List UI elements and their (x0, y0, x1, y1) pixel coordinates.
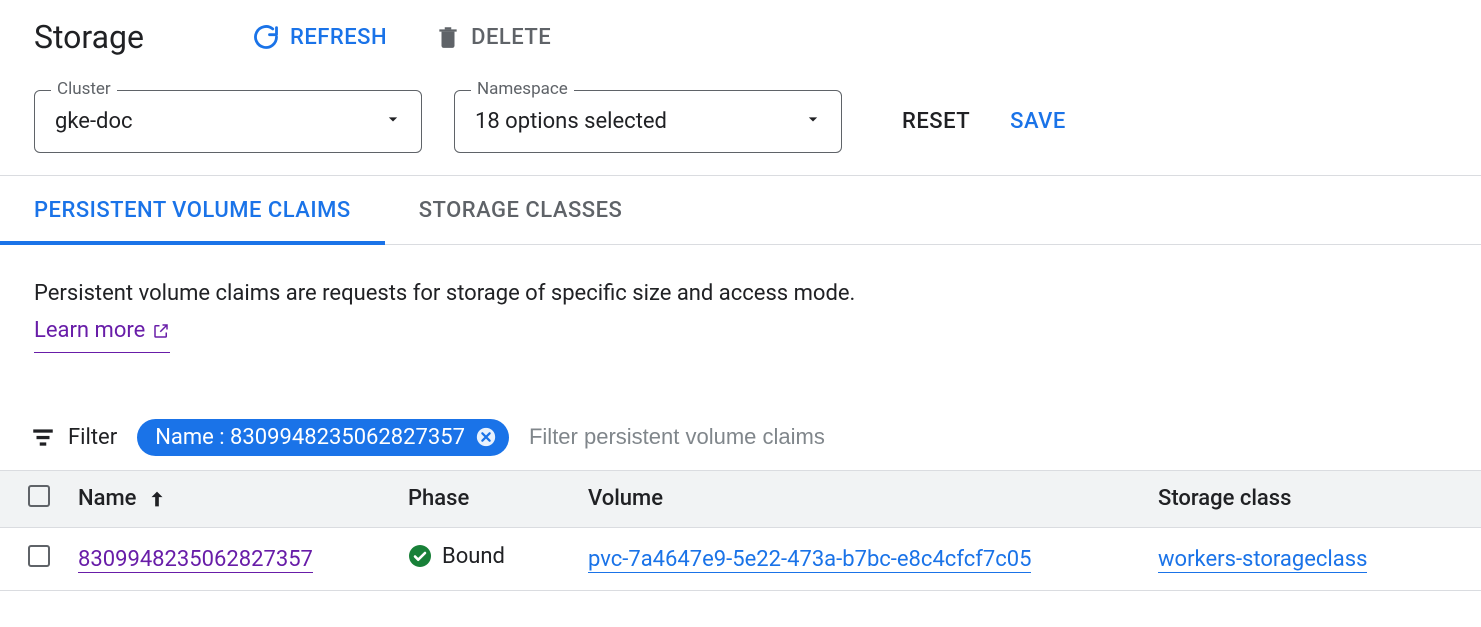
save-button[interactable]: SAVE (1006, 101, 1070, 142)
chevron-down-icon (383, 109, 403, 135)
tab-storage-classes[interactable]: STORAGE CLASSES (385, 176, 657, 244)
volume-link[interactable]: pvc-7a4647e9-5e22-473a-b7bc-e8c4cfcf7c05 (588, 547, 1031, 573)
filter-label-wrap: Filter (30, 424, 117, 450)
tab-pvc[interactable]: PERSISTENT VOLUME CLAIMS (0, 176, 385, 245)
filter-chip-text: Name : 8309948235062827357 (155, 425, 465, 450)
sort-asc-icon[interactable] (146, 488, 168, 510)
table-header-row: Name Phase Volume Storage class (0, 471, 1481, 528)
storageclass-link[interactable]: workers-storageclass (1158, 547, 1367, 573)
delete-button[interactable]: DELETE (435, 24, 551, 50)
selector-row: Cluster gke-doc Namespace 18 options sel… (0, 70, 1481, 176)
reset-button[interactable]: RESET (898, 101, 974, 142)
pvc-table: Name Phase Volume Storage class 83099482… (0, 471, 1481, 592)
cluster-legend: Cluster (51, 79, 117, 99)
filter-input[interactable] (529, 424, 1451, 450)
description-block: Persistent volume claims are requests fo… (0, 245, 1481, 365)
select-all-checkbox[interactable] (28, 485, 50, 507)
trash-icon (435, 24, 461, 50)
delete-label: DELETE (471, 25, 551, 50)
header: Storage REFRESH DELETE (0, 0, 1481, 70)
refresh-icon (252, 23, 280, 51)
chevron-down-icon (803, 109, 823, 135)
namespace-select[interactable]: Namespace 18 options selected (454, 90, 842, 153)
page-title: Storage (34, 18, 144, 56)
cluster-value: gke-doc (55, 109, 133, 134)
filter-icon (30, 424, 56, 450)
close-icon[interactable] (475, 426, 497, 448)
col-volume-label[interactable]: Volume (574, 471, 1144, 528)
phase-text: Bound (442, 544, 505, 569)
external-link-icon (152, 322, 170, 340)
table-row: 8309948235062827357 Bound pvc-7a4647e9-5… (0, 527, 1481, 591)
cluster-select[interactable]: Cluster gke-doc (34, 90, 422, 153)
namespace-legend: Namespace (471, 79, 574, 99)
learn-more-label: Learn more (34, 312, 145, 349)
filter-bar: Filter Name : 8309948235062827357 (0, 391, 1481, 471)
tabs: PERSISTENT VOLUME CLAIMS STORAGE CLASSES (0, 176, 1481, 245)
col-storageclass-label[interactable]: Storage class (1144, 471, 1481, 528)
learn-more-link[interactable]: Learn more (34, 312, 170, 352)
description-text: Persistent volume claims are requests fo… (34, 275, 1447, 312)
pvc-name-link[interactable]: 8309948235062827357 (78, 547, 313, 573)
namespace-value: 18 options selected (475, 109, 667, 134)
col-name-label[interactable]: Name (78, 486, 136, 511)
refresh-button[interactable]: REFRESH (252, 23, 387, 51)
filter-label: Filter (68, 425, 117, 450)
refresh-label: REFRESH (290, 25, 387, 50)
col-phase-label[interactable]: Phase (394, 471, 574, 528)
check-circle-icon (408, 544, 432, 568)
phase-cell: Bound (408, 544, 505, 569)
filter-chip[interactable]: Name : 8309948235062827357 (137, 419, 509, 456)
row-checkbox[interactable] (28, 545, 50, 567)
